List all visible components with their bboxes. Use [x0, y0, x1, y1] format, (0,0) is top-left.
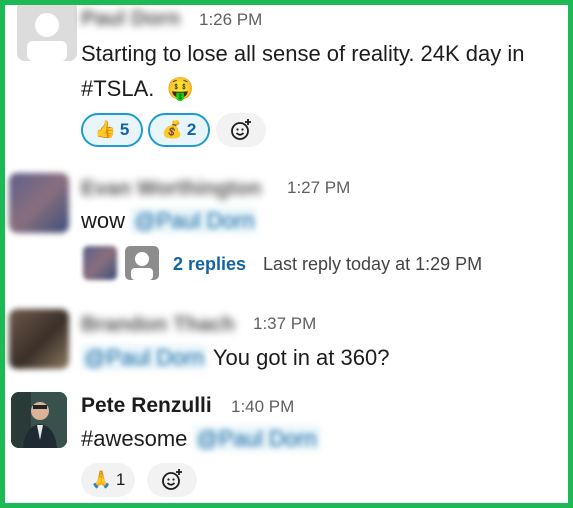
reaction-count: 2 — [186, 120, 197, 139]
add-reaction-button[interactable] — [216, 113, 266, 147]
timestamp[interactable]: 1:37 PM — [253, 314, 316, 334]
reaction-count: 5 — [119, 120, 130, 139]
avatar[interactable] — [9, 173, 69, 233]
money-mouth-emoji: 🤑 — [166, 76, 194, 101]
user-mention[interactable]: @Paul Dorn — [131, 208, 258, 233]
pray-icon: 🙏 — [90, 470, 112, 489]
message-text-line1: Starting to lose all sense of reality. 2… — [81, 41, 525, 66]
message-text: #awesome @Paul Dorn — [81, 423, 320, 455]
reaction-count: 1 — [115, 470, 126, 489]
author-name[interactable]: Paul Dorn — [81, 7, 180, 31]
timestamp[interactable]: 1:27 PM — [287, 178, 350, 198]
message-text: @Paul Dorn You got in at 360? — [81, 342, 389, 374]
avatar-default[interactable] — [17, 5, 77, 61]
author-name[interactable]: Brandon Thach — [81, 313, 235, 337]
reaction-thumbs-up[interactable]: 👍 5 — [81, 113, 143, 147]
message-body: wow — [81, 208, 126, 233]
reply-avatar-default — [125, 246, 159, 280]
message-body: You got in at 360? — [212, 345, 390, 370]
author-name[interactable]: Pete Renzulli — [81, 394, 212, 418]
user-mention[interactable]: @Paul Dorn — [81, 345, 208, 370]
avatar[interactable] — [9, 309, 69, 369]
user-mention[interactable]: @Paul Dorn — [193, 426, 320, 451]
avatar-pete[interactable] — [11, 392, 67, 448]
timestamp[interactable]: 1:40 PM — [231, 397, 294, 417]
last-reply-text: Last reply today at 1:29 PM — [263, 254, 483, 274]
money-bag-icon: 💰 — [161, 120, 183, 139]
add-reaction-icon — [231, 119, 251, 140]
reaction-pray[interactable]: 🙏 1 — [81, 463, 135, 497]
reaction-money-bag[interactable]: 💰 2 — [148, 113, 210, 147]
thumbs-up-icon: 👍 — [94, 120, 116, 139]
message-text-line2: #TSLA. 🤑 — [81, 73, 194, 105]
message-body: #awesome — [81, 426, 188, 451]
timestamp[interactable]: 1:26 PM — [199, 10, 262, 30]
message-thread: Paul Dorn 1:26 PM Starting to lose all s… — [5, 5, 568, 503]
message-text: wow @Paul Dorn — [81, 205, 258, 237]
replies-link[interactable]: 2 replies — [173, 254, 246, 275]
add-reaction-button[interactable] — [147, 463, 197, 497]
author-name[interactable]: Evan Worthington — [81, 177, 261, 201]
add-reaction-icon — [162, 469, 182, 490]
hashtag-text: #TSLA. — [81, 76, 155, 101]
reply-avatar — [83, 246, 117, 280]
